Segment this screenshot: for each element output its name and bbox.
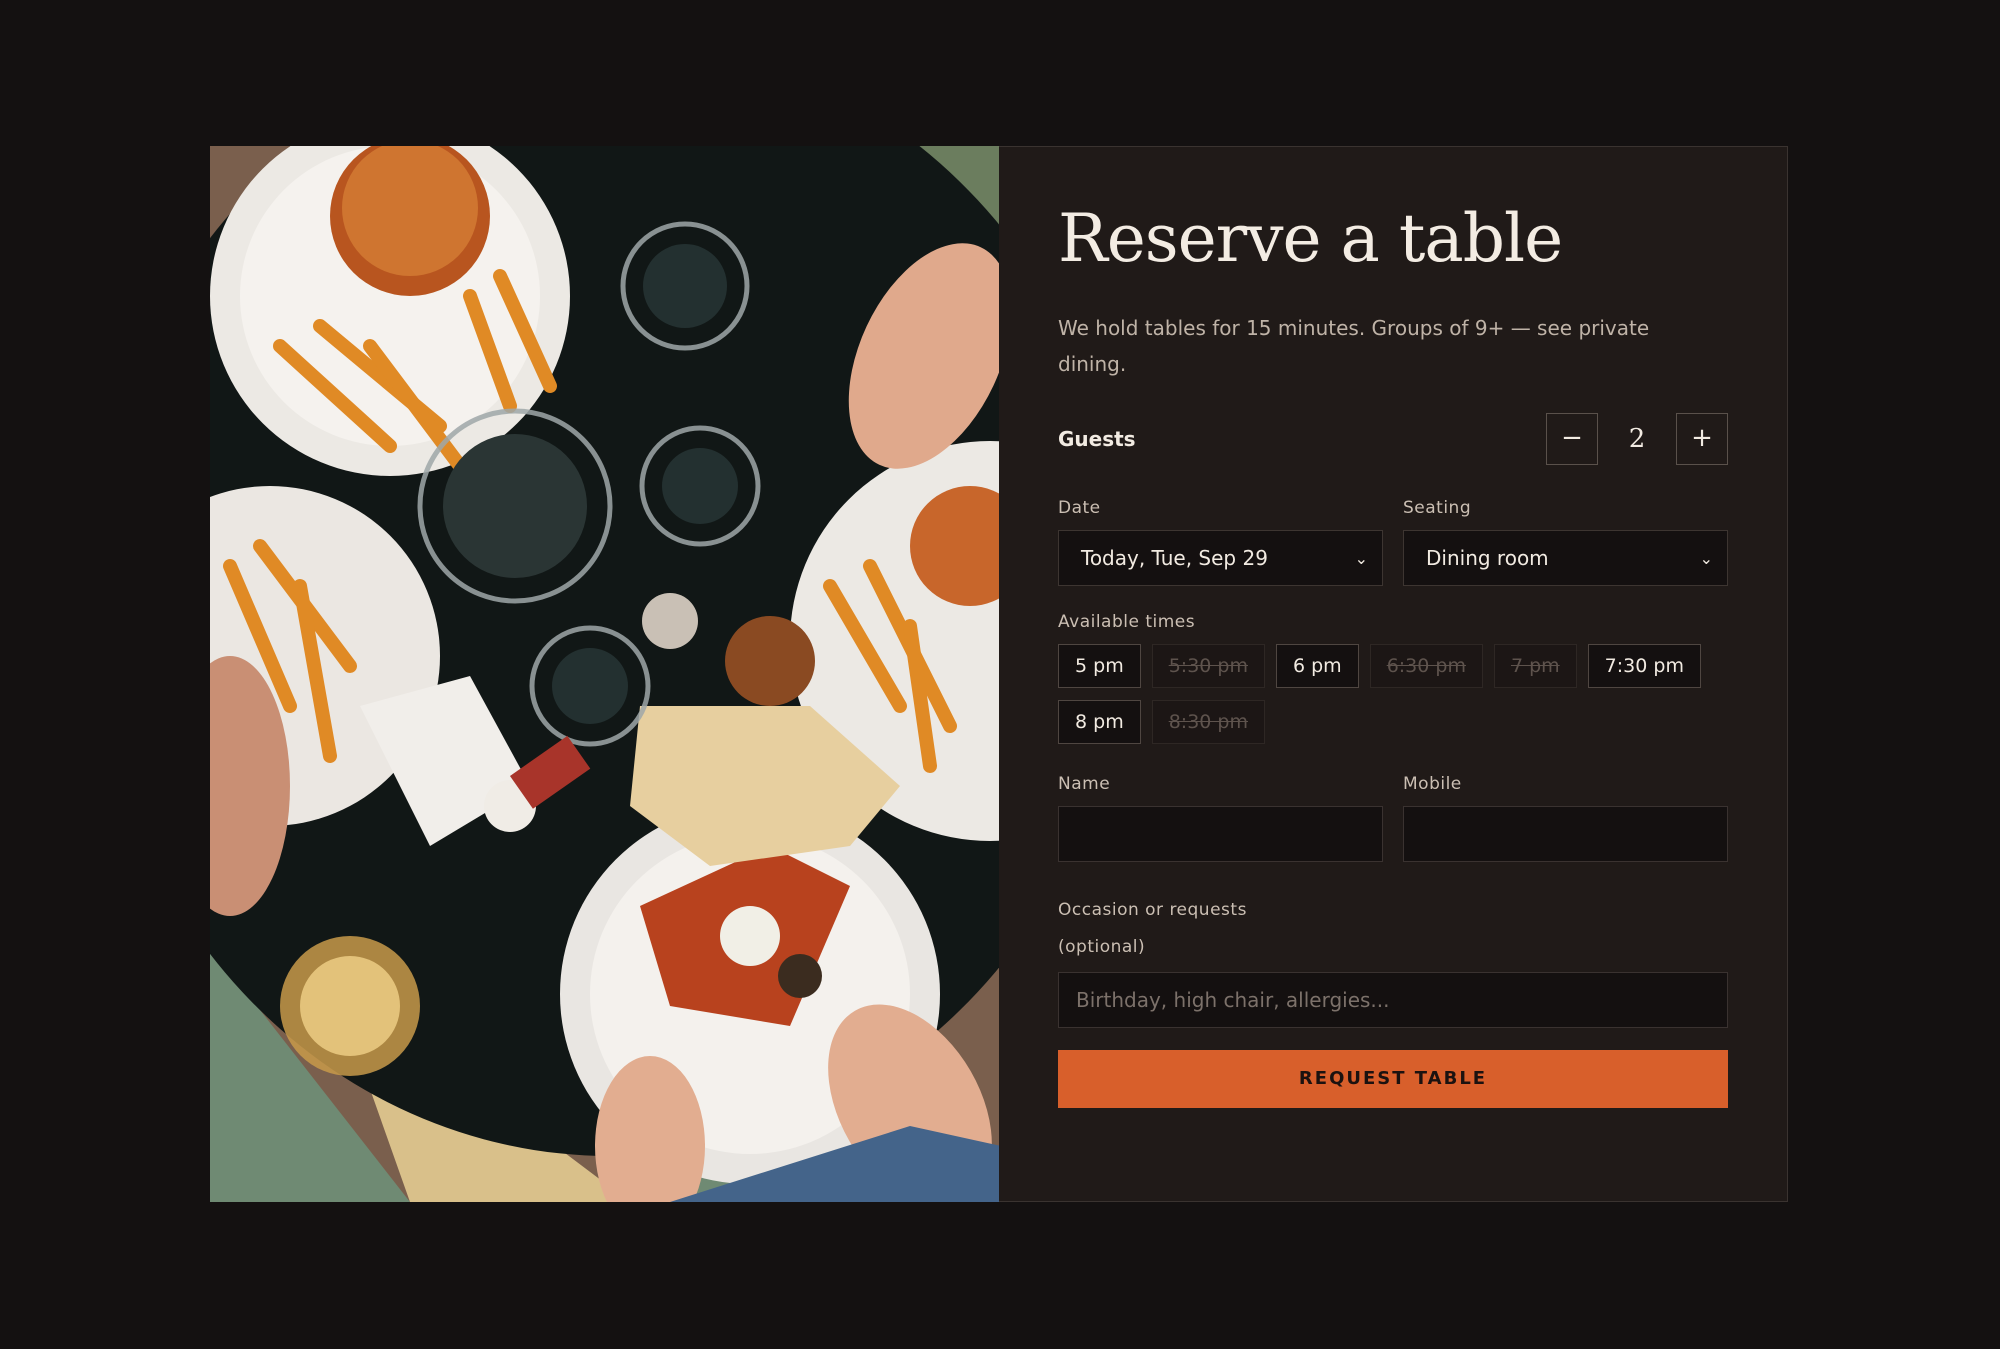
name-mobile-row: Name Mobile (1058, 774, 1728, 863)
time-slot[interactable]: 8 pm (1058, 700, 1141, 745)
request-table-button[interactable]: REQUEST TABLE (1058, 1050, 1728, 1109)
chevron-down-icon: ⌄ (1699, 548, 1713, 568)
mobile-label: Mobile (1403, 774, 1462, 795)
occasion-label-text: Occasion or requests (1058, 900, 1247, 921)
guests-label: Guests (1058, 427, 1136, 452)
date-field: Date Today, Tue, Sep 29 ⌄ (1058, 498, 1383, 587)
time-slots: 5 pm 5:30 pm 6 pm 6:30 pm 7 pm 7:30 pm 8 pm 8:3… (1058, 644, 1728, 745)
seating-value: Dining room (1426, 546, 1549, 571)
time-slot: 6:30 pm (1369, 644, 1483, 689)
guests-row: Guests − 2 + (1058, 412, 1728, 466)
time-slot[interactable]: 7:30 pm (1587, 644, 1701, 689)
mobile-field: Mobile (1403, 774, 1728, 863)
seating-field: Seating Dining room ⌄ (1403, 498, 1728, 587)
date-label: Date (1058, 498, 1101, 519)
seating-label: Seating (1403, 498, 1472, 519)
page-title: Reserve a table (1058, 200, 1563, 277)
occasion-optional-hint: (optional) (1058, 937, 1146, 958)
time-slot: 7 pm (1493, 644, 1577, 689)
guests-count: 2 (1628, 424, 1646, 455)
date-seating-row: Date Today, Tue, Sep 29 ⌄ Seating Dining… (1058, 498, 1728, 587)
time-slot: 5:30 pm (1151, 644, 1265, 689)
restaurant-photo (210, 146, 999, 1202)
date-value: Today, Tue, Sep 29 (1081, 546, 1268, 571)
name-label: Name (1058, 774, 1111, 795)
name-field: Name (1058, 774, 1383, 863)
guests-stepper: − 2 + (1546, 413, 1728, 466)
reservation-card: Reserve a table We hold tables for 15 mi… (210, 146, 1788, 1202)
chevron-down-icon: ⌄ (1354, 548, 1368, 568)
name-input[interactable] (1058, 806, 1383, 863)
food-table-illustration (210, 146, 999, 1202)
mobile-input[interactable] (1403, 806, 1728, 863)
time-slot[interactable]: 5 pm (1058, 644, 1141, 689)
occasion-input[interactable]: Birthday, high chair, allergies... (1058, 972, 1728, 1029)
reservation-form: Reserve a table We hold tables for 15 mi… (999, 146, 1788, 1202)
date-select[interactable]: Today, Tue, Sep 29 ⌄ (1058, 530, 1383, 587)
increment-guests-button[interactable]: + (1676, 413, 1728, 466)
seating-select[interactable]: Dining room ⌄ (1403, 530, 1728, 587)
time-slot: 8:30 pm (1151, 700, 1265, 745)
available-times-label: Available times (1058, 612, 1196, 633)
decrement-guests-button[interactable]: − (1546, 413, 1598, 466)
intro-text: We hold tables for 15 minutes. Groups of… (1058, 316, 1650, 377)
time-slot[interactable]: 6 pm (1275, 644, 1359, 689)
occasion-label: Occasion or requests (optional) (1058, 892, 1728, 966)
